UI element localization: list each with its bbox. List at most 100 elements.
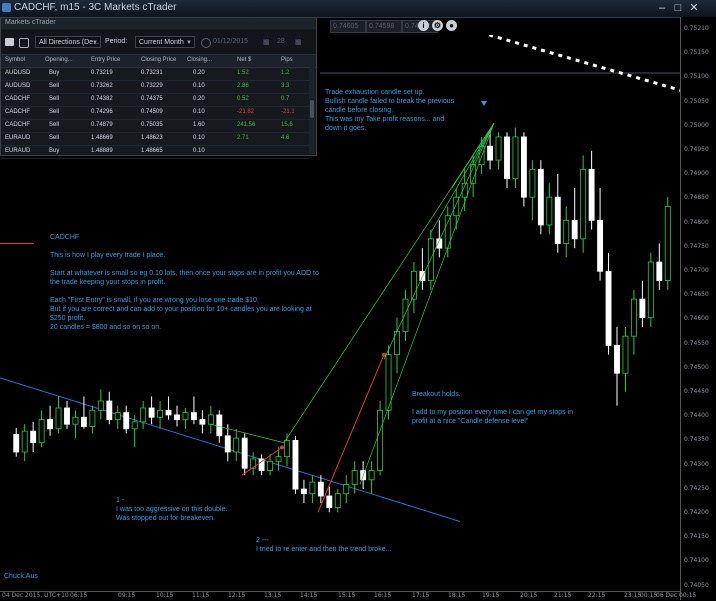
col-header[interactable]: Closing...	[187, 57, 212, 63]
panel-title: Markets cTrader	[5, 19, 56, 26]
table-cell: -21.1	[281, 109, 295, 115]
table-cell: 0.10	[193, 109, 205, 115]
annotation-exhaustion: Trade exhaustion candle set up. Bullish …	[325, 89, 455, 132]
candle-body	[38, 419, 45, 444]
table-row[interactable]: EURAUD Sell 1.48669 1.48623 0.10 2.71 4.6	[1, 132, 309, 146]
col-header[interactable]: Symbol	[5, 57, 25, 63]
table-cell: 1.2	[281, 70, 290, 76]
person-icon[interactable]: ●	[446, 20, 457, 31]
price-tick-label: 0.75000	[684, 121, 709, 129]
candle-body	[140, 407, 147, 423]
exhaustion-marker-icon	[481, 101, 487, 106]
candle-body	[267, 460, 274, 471]
candle-body	[512, 136, 519, 180]
table-row[interactable]: EURAUD Buy 1.48889 1.48665 0.10	[1, 145, 309, 159]
entry-line	[383, 122, 495, 360]
annotation-two: 2 --- I tried to re enter and then the t…	[256, 537, 392, 553]
candle-body	[284, 440, 290, 458]
candle-body	[571, 219, 578, 240]
table-cell: 0.20	[193, 96, 205, 102]
candle-body	[495, 136, 502, 161]
candle-body	[309, 481, 316, 495]
col-header[interactable]: Closing Price	[141, 57, 176, 63]
candle-body	[275, 456, 282, 462]
price-tick-label: 0.74900	[684, 170, 709, 178]
time-tick-label: 15:15	[338, 592, 356, 599]
candle-body	[241, 437, 248, 469]
candle-body	[207, 414, 214, 425]
time-tick-label: 11:15	[192, 592, 210, 599]
table-row[interactable]: AUDUSD Sell 0.73262 0.73229 0.10 2.86 3.3	[1, 80, 309, 94]
price-tick-label: 0.74350	[684, 436, 709, 444]
table-cell: 241.56	[237, 122, 256, 128]
annotation-one: 1 - I was too aggressive on this double.…	[116, 497, 228, 522]
candle-body	[216, 414, 223, 437]
price-tick-label: 0.75100	[684, 73, 709, 81]
table-row[interactable]: CADCHF Sell 0.74296 0.74509 0.10 -21.82 -21.1	[1, 106, 309, 120]
table-row[interactable]: AUDUSD Buy 0.73219 0.73231 0.20 1.52 1.2	[1, 67, 309, 81]
table-cell: 3.3	[281, 83, 290, 89]
col-header[interactable]: Entry Price	[91, 57, 120, 63]
info-icon[interactable]: i	[418, 20, 429, 31]
price-tick-label: 0.74550	[684, 339, 709, 347]
table-scrollbar[interactable]	[309, 66, 315, 154]
direction-select[interactable]: All Directions (De... ▼	[35, 36, 101, 48]
candle-body	[199, 419, 206, 425]
export-icon[interactable]	[19, 38, 29, 48]
table-row[interactable]: CADCHF Sell 0.74879 0.75035 1.60 241.56 15.6	[1, 119, 309, 133]
price-tick-label: 0.74600	[684, 315, 709, 323]
table-cell: EURAUD	[5, 148, 31, 154]
toolbar-field[interactable]: 0.74605	[330, 20, 366, 33]
price-tick-label: 0.74800	[684, 218, 709, 226]
candle-body	[64, 407, 70, 425]
candle-body	[588, 168, 595, 221]
minimize-icon[interactable]: –	[656, 2, 668, 14]
col-header[interactable]: Pips	[281, 57, 293, 63]
candle-body	[368, 470, 375, 481]
table-row[interactable]: CADCHF Sell 0.74382 0.74375 0.20 0.52 0.7	[1, 93, 309, 107]
date-from[interactable]: 01/12/2015	[213, 38, 248, 45]
table-cell: 2.71	[237, 135, 249, 141]
table-cell: Sell	[49, 109, 60, 115]
candle-body	[622, 335, 629, 374]
col-header[interactable]: Opening...	[45, 57, 73, 63]
price-tick-label: 0.75050	[684, 97, 709, 105]
period-select[interactable]: Current Month ▼	[135, 36, 195, 48]
table-cell: 1.48665	[141, 148, 163, 154]
entry-line	[359, 122, 495, 485]
close-icon[interactable]: ✕	[688, 2, 700, 14]
table-cell: 1.60	[193, 122, 205, 128]
candle-body	[529, 168, 536, 198]
table-cell: -21.82	[237, 109, 255, 115]
toolbar-field[interactable]: 0.74598	[366, 20, 402, 33]
annotation-strategy: CADCHF This is how I play every trade I …	[50, 234, 319, 331]
calendar-icon[interactable]: ▦	[295, 38, 302, 46]
col-header[interactable]: Net $	[237, 57, 251, 63]
price-tick-label: 0.74200	[684, 509, 709, 516]
price-tick-label: 0.74950	[684, 146, 709, 153]
panel-filters: All Directions (De... ▼ Period: Current M…	[1, 30, 316, 54]
candle-body	[554, 196, 561, 244]
chevron-down-icon: ▼	[186, 40, 192, 46]
scrollbar-thumb[interactable]	[310, 100, 314, 118]
calendar-icon[interactable]: ▦	[263, 38, 270, 46]
chevron-down-icon: ▼	[92, 40, 98, 46]
period-label: Period:	[105, 38, 128, 45]
candle-body	[80, 416, 87, 427]
print-icon[interactable]	[5, 38, 14, 46]
window-title: CADCHF, m15 - 3C Markets cTrader	[14, 2, 177, 13]
author-label: Chuck.Aus	[4, 573, 38, 580]
time-tick-label: 04 Dec 2015, UTC+10	[2, 592, 69, 599]
candle-body	[427, 238, 434, 281]
price-tick-label: 0.75150	[684, 49, 709, 57]
table-cell: CADCHF	[5, 96, 30, 102]
date-to[interactable]: 28	[277, 38, 285, 45]
table-cell: EURAUD	[5, 135, 31, 141]
table-cell: 0.73229	[141, 83, 163, 89]
maximize-icon[interactable]: □	[672, 2, 684, 14]
price-tick-label: 0.74250	[684, 484, 709, 492]
table-cell: 1.48669	[91, 135, 113, 141]
time-tick-label: 18:15	[448, 592, 466, 599]
settings-icon[interactable]: ⚙	[432, 20, 443, 31]
add-arrow-head	[280, 445, 284, 450]
